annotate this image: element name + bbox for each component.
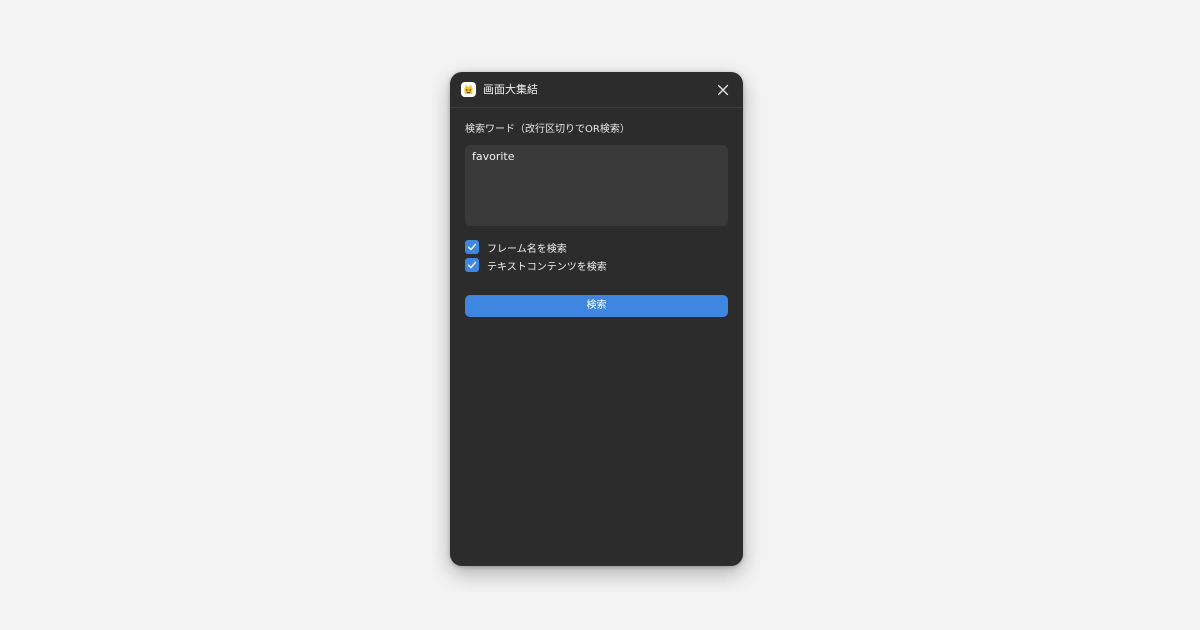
close-button[interactable]: [716, 83, 730, 97]
app-logo-icon: [461, 82, 476, 97]
checkmark-icon: [467, 261, 477, 269]
search-words-label: 検索ワード（改行区切りでOR検索）: [465, 124, 630, 135]
title-bar: 画面大集結: [450, 72, 743, 108]
close-icon: [717, 84, 729, 96]
checkmark-icon: [467, 243, 477, 251]
plugin-window: 画面大集結 検索ワード（改行区切りでOR検索） favorite フレーム名を検…: [450, 72, 743, 566]
option-label: フレーム名を検索: [487, 244, 567, 255]
search-button[interactable]: 検索: [465, 295, 728, 317]
option-search-text-content[interactable]: テキストコンテンツを検索: [465, 258, 665, 274]
search-words-textarea[interactable]: favorite: [465, 145, 728, 226]
window-title: 画面大集結: [483, 83, 538, 96]
checkbox-text-content[interactable]: [465, 258, 479, 272]
checkbox-frame-names[interactable]: [465, 240, 479, 254]
option-label: テキストコンテンツを検索: [487, 262, 607, 273]
option-search-frame-names[interactable]: フレーム名を検索: [465, 240, 665, 256]
